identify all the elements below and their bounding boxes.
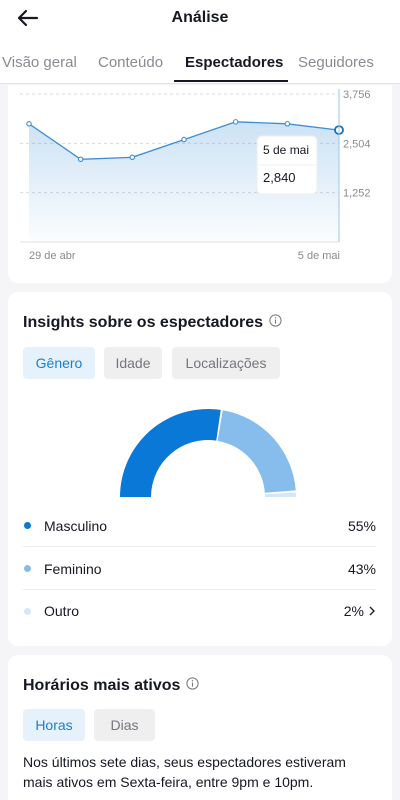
viewers-chart-card: 1,252 2,504 3,756 29 de abr 5 de mai 5 de …: [8, 85, 392, 283]
data-point[interactable]: [232, 119, 239, 125]
info-icon[interactable]: [186, 677, 200, 695]
data-point[interactable]: [181, 136, 187, 143]
gender-half-donut-chart: [120, 409, 296, 497]
data-point[interactable]: [26, 121, 32, 127]
page-title: Análise: [171, 9, 229, 26]
info-icon[interactable]: [269, 314, 282, 332]
active-times-title-text: Horários mais ativos: [23, 677, 181, 694]
tab-age[interactable]: Idade: [104, 347, 162, 379]
donut-segment-masculino: [120, 409, 221, 497]
x-axis-end-label: 5 de mai: [298, 250, 340, 262]
tab-followers[interactable]: Seguidores: [298, 54, 374, 71]
tab-locations[interactable]: Localizações: [172, 347, 280, 379]
tooltip-date: 5 de mai: [263, 143, 309, 157]
viewers-area-chart: 1,252 2,504 3,756 29 de abr 5 de mai 5 de …: [20, 89, 371, 262]
other-dot: [24, 607, 31, 615]
legend-row-male: Masculino 55%: [23, 505, 376, 547]
chart-tooltip: 5 de mai 2,840: [256, 135, 318, 195]
top-bar: Análise Visão geral Conteúdo Espectadore…: [0, 0, 400, 84]
insights-title-text: Insights sobre os espectadores: [23, 314, 264, 331]
female-dot: [24, 565, 31, 572]
active-tab-indicator: [174, 80, 288, 82]
tab-days[interactable]: Dias: [94, 709, 155, 741]
legend-value: 2%: [343, 603, 364, 619]
tab-viewers[interactable]: Espectadores: [185, 54, 283, 71]
active-times-description: Nos últimos sete dias, seus espectadores…: [23, 754, 346, 790]
donut-segment-outro: [264, 492, 296, 497]
legend-value: 55%: [347, 517, 376, 534]
legend-row-other[interactable]: Outro 2%: [23, 590, 376, 632]
insights-title: Insights sobre os espectadores: [23, 314, 282, 332]
y-tick-label: 3,756: [343, 89, 371, 101]
tab-overview[interactable]: Visão geral: [2, 54, 77, 71]
y-tick-label: 1,252: [343, 188, 371, 200]
y-tick-label: 2,504: [343, 138, 371, 150]
legend-label: Feminino: [44, 560, 102, 577]
active-times-title: Horários mais ativos: [23, 677, 200, 695]
active-times-card: Horários mais ativos Horas Dias Nos últi…: [8, 655, 392, 800]
legend-label: Masculino: [44, 517, 108, 534]
viewer-insights-card: Insights sobre os espectadores Gênero Id…: [8, 292, 392, 646]
tab-gender[interactable]: Gênero: [23, 347, 95, 379]
tooltip-value: 2,840: [263, 170, 296, 185]
donut-segment-feminino: [217, 410, 296, 493]
male-dot: [24, 522, 31, 529]
legend-value: 43%: [347, 560, 376, 577]
data-point[interactable]: [77, 156, 84, 163]
data-point[interactable]: [284, 121, 291, 127]
legend-label: Outro: [44, 603, 80, 619]
legend-row-female: Feminino 43%: [23, 548, 376, 590]
chevron-right-icon: [369, 606, 375, 616]
tab-content[interactable]: Conteúdo: [98, 54, 163, 71]
tab-hours[interactable]: Horas: [23, 709, 85, 741]
tab-bar: Visão geral Conteúdo Espectadores Seguid…: [0, 50, 400, 84]
x-axis-start-label: 29 de abr: [29, 250, 76, 262]
data-point[interactable]: [129, 154, 136, 161]
